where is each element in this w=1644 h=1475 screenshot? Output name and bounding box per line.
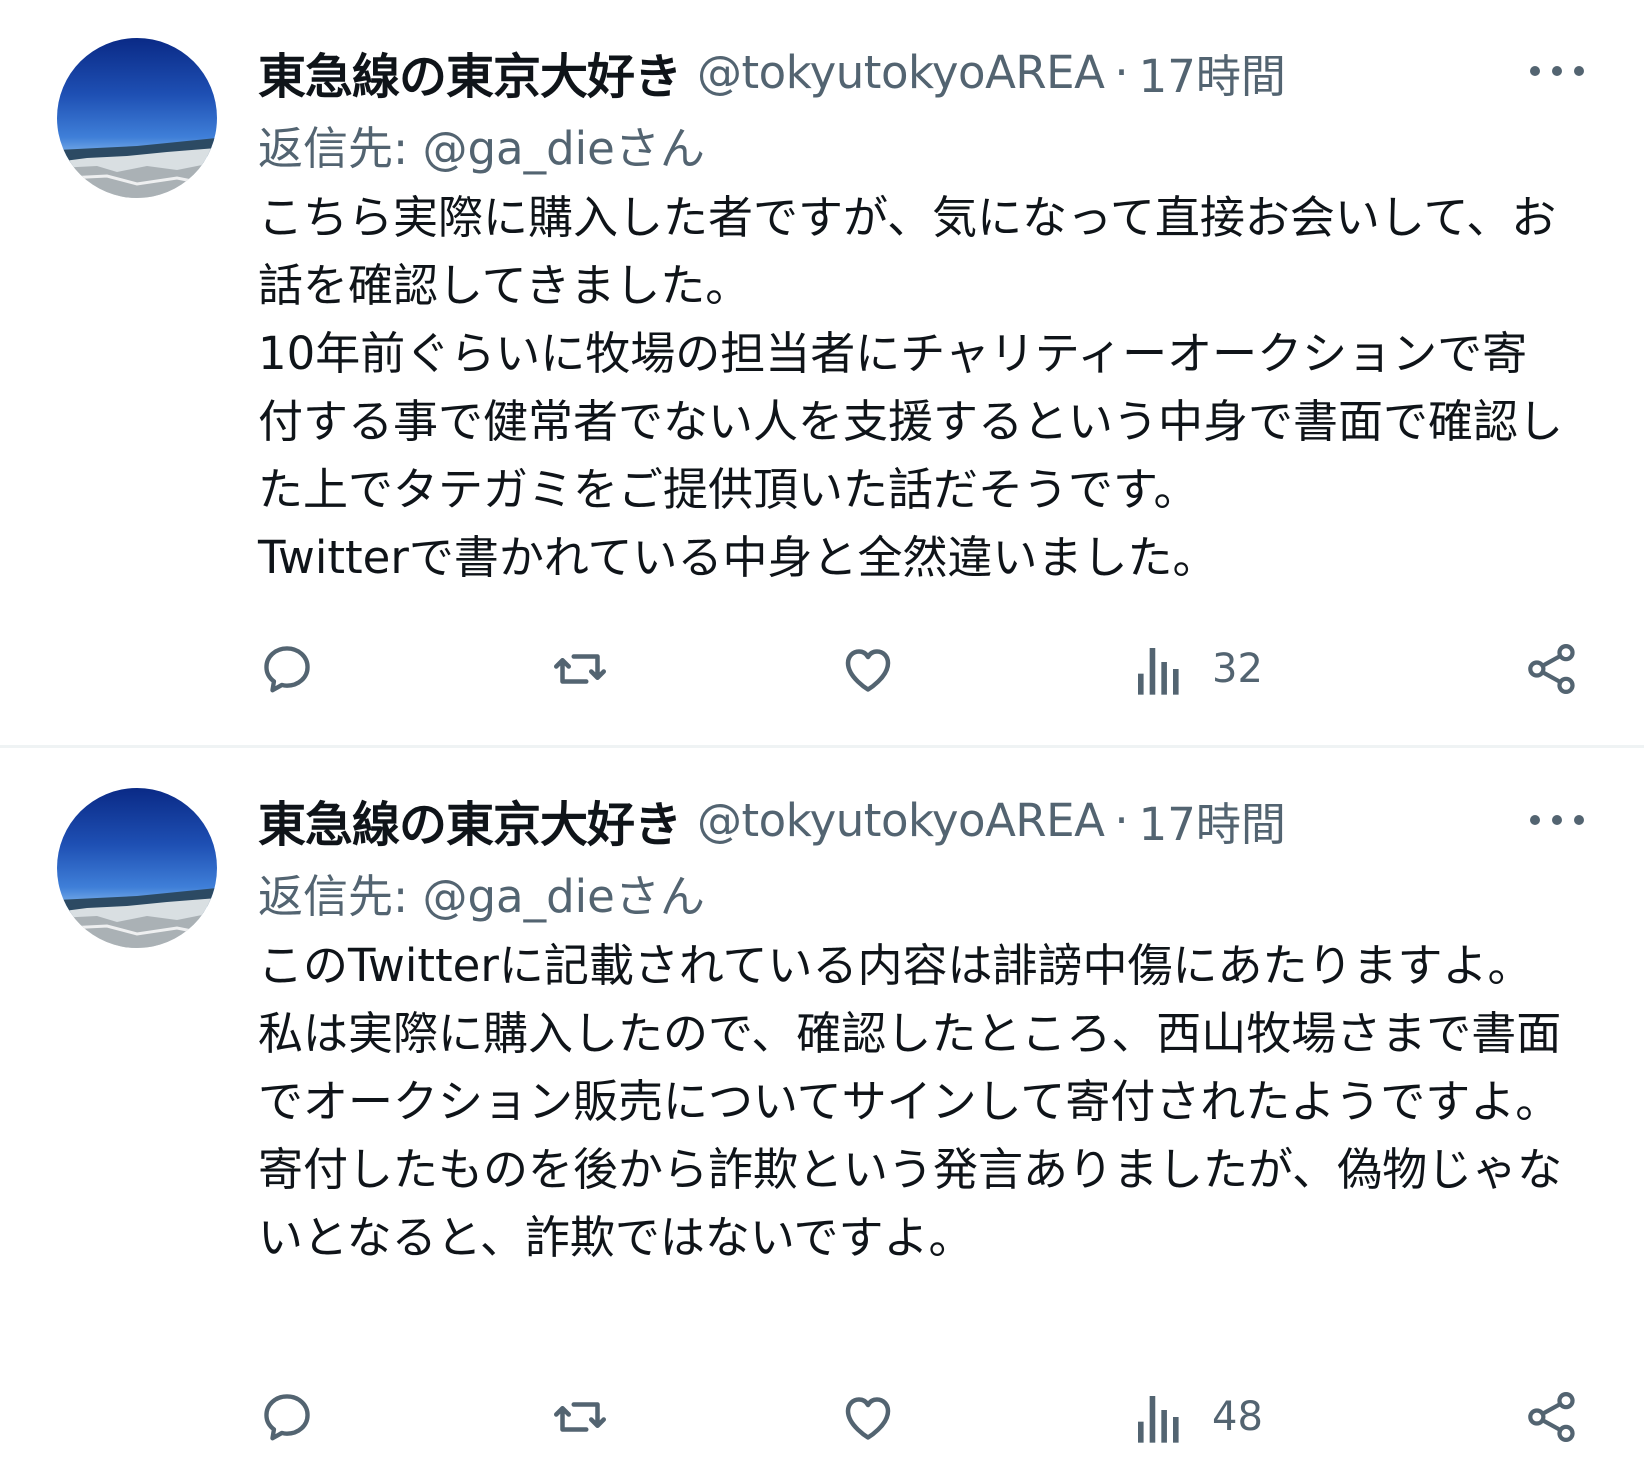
- views-button[interactable]: 48: [1134, 1382, 1263, 1452]
- like-button[interactable]: [838, 634, 898, 704]
- user-handle[interactable]: @tokyutokyoAREA: [697, 46, 1105, 99]
- like-icon: [845, 1397, 891, 1440]
- more-dot: [1574, 66, 1584, 76]
- tweet-header: 東急線の東京大好き @tokyutokyoAREA · 17時間: [258, 37, 1286, 107]
- reply-to-label: 返信先:: [258, 122, 423, 175]
- retweet-icon: [554, 1402, 606, 1432]
- views-button[interactable]: 32: [1134, 634, 1263, 704]
- reply-icon: [264, 646, 310, 693]
- reply-to: 返信先: @ga_dieさん: [258, 112, 705, 177]
- avatar[interactable]: [57, 788, 217, 948]
- retweet-button[interactable]: [550, 1382, 610, 1452]
- more-dot: [1574, 815, 1584, 825]
- display-name[interactable]: 東急線の東京大好き: [258, 785, 682, 855]
- display-name[interactable]: 東急線の東京大好き: [258, 37, 682, 107]
- like-button[interactable]: [838, 1382, 898, 1452]
- tweet-text: このTwitterに記載されている内容は誹謗中傷にあたりますよ。私は実際に購入し…: [258, 939, 1563, 1264]
- views-count: 48: [1212, 1394, 1263, 1440]
- tweet-text: こちら実際に購入した者ですが、気になって直接お会いして、お話を確認してきました。…: [258, 191, 1564, 584]
- views-icon: [1138, 1396, 1179, 1443]
- avatar[interactable]: [57, 38, 217, 198]
- more-dot: [1552, 815, 1562, 825]
- more-dot: [1552, 66, 1562, 76]
- retweet-button[interactable]: [550, 634, 610, 704]
- reply-to-label: 返信先:: [258, 870, 423, 923]
- more-options-icon[interactable]: [1530, 56, 1584, 86]
- more-dot: [1530, 66, 1540, 76]
- share-button[interactable]: [1524, 634, 1580, 704]
- separator-dot: ·: [1114, 793, 1129, 847]
- avatar-landscape-image: [57, 138, 217, 198]
- more-options-icon[interactable]: [1530, 805, 1584, 835]
- timestamp[interactable]: 17時間: [1139, 788, 1286, 853]
- views-count: 32: [1212, 646, 1263, 692]
- action-bar: 32: [258, 634, 1588, 704]
- avatar-landscape-image: [57, 888, 217, 948]
- reply-to: 返信先: @ga_dieさん: [258, 860, 705, 925]
- user-handle[interactable]: @tokyutokyoAREA: [697, 794, 1105, 847]
- share-icon: [1528, 1392, 1575, 1442]
- share-button[interactable]: [1524, 1382, 1580, 1452]
- timestamp[interactable]: 17時間: [1139, 40, 1286, 105]
- tweet[interactable]: 東急線の東京大好き @tokyutokyoAREA · 17時間 返信先: @g…: [0, 0, 1644, 745]
- tweet[interactable]: 東急線の東京大好き @tokyutokyoAREA · 17時間 返信先: @g…: [0, 748, 1644, 1475]
- views-icon: [1138, 648, 1179, 695]
- separator-dot: ·: [1114, 45, 1129, 99]
- reply-icon: [264, 1394, 310, 1441]
- more-dot: [1530, 815, 1540, 825]
- reply-button[interactable]: [258, 1382, 316, 1452]
- retweet-icon: [554, 654, 606, 684]
- tweet-header: 東急線の東京大好き @tokyutokyoAREA · 17時間: [258, 785, 1286, 855]
- reply-mention-link[interactable]: @ga_dieさん: [422, 870, 704, 923]
- like-icon: [845, 649, 891, 692]
- reply-button[interactable]: [258, 634, 316, 704]
- share-icon: [1528, 644, 1575, 694]
- action-bar: 48: [258, 1382, 1588, 1452]
- reply-mention-link[interactable]: @ga_dieさん: [422, 122, 704, 175]
